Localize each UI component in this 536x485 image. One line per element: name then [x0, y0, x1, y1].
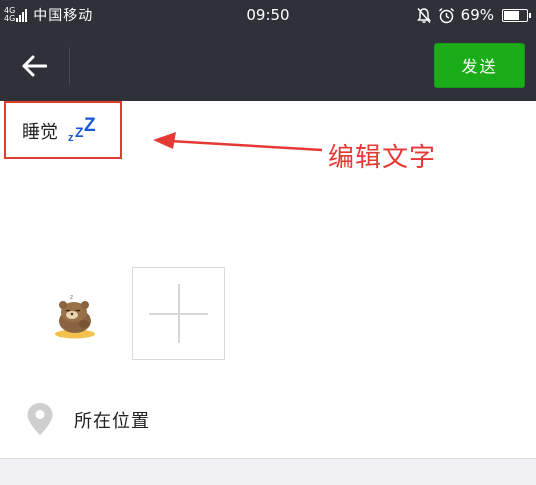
- annotation-arrow: [153, 132, 323, 152]
- send-button[interactable]: 发送: [434, 43, 525, 88]
- back-button[interactable]: [14, 48, 54, 84]
- status-bar: 4G 4G 中国移动 09:50 69%: [0, 0, 536, 30]
- header-divider: [69, 47, 70, 85]
- add-photo-button[interactable]: [132, 267, 225, 360]
- annotation-highlight-box: [4, 101, 122, 159]
- battery-percent: 69%: [460, 6, 494, 24]
- alarm-icon: [438, 7, 454, 23]
- location-label: 所在位置: [74, 411, 150, 432]
- arrow-left-icon: [22, 55, 47, 77]
- sleeping-bear-sticker: z: [55, 294, 95, 339]
- battery-icon: [502, 8, 531, 22]
- app-header: 发送: [0, 30, 536, 101]
- status-right: 69%: [416, 0, 531, 30]
- plus-icon-vertical: [178, 284, 180, 343]
- annotation-label: 编辑文字: [328, 143, 437, 173]
- battery-fill: [504, 10, 519, 20]
- bottom-strip: [0, 458, 536, 485]
- location-pin-icon: [27, 403, 53, 435]
- svg-text:z: z: [70, 294, 73, 301]
- location-row[interactable]: 所在位置: [0, 390, 536, 448]
- mute-bell-icon: [416, 7, 431, 23]
